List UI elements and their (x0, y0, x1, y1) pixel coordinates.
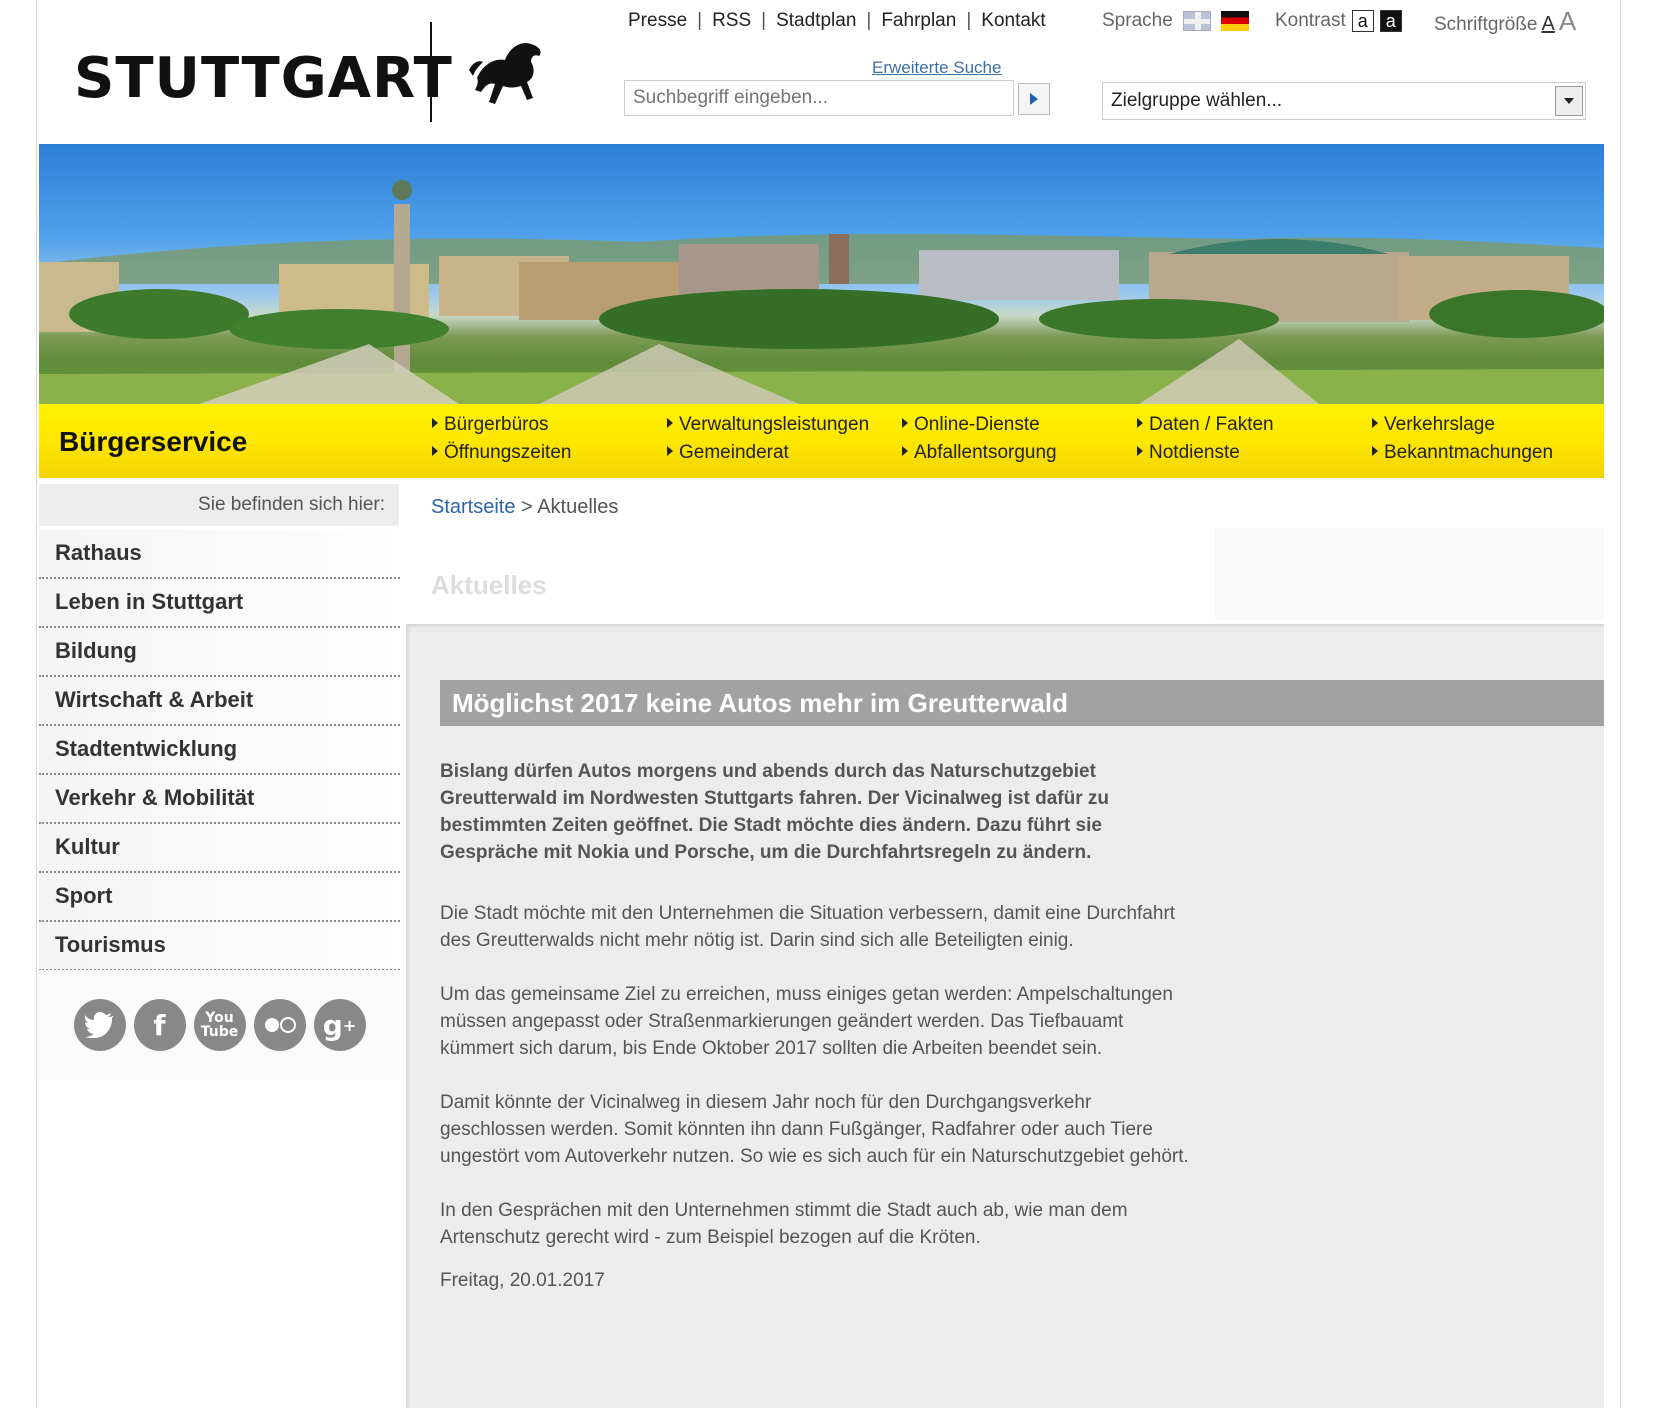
link-kontakt[interactable]: Kontakt (981, 10, 1045, 32)
buergerservice-title: Bürgerservice (59, 426, 248, 457)
fontsize-large-button[interactable]: A (1559, 6, 1576, 37)
fontsize-switcher: Schriftgröße A A (1434, 6, 1576, 37)
sidebar-nav: Rathaus Leben in Stuttgart Bildung Wirts… (39, 530, 400, 971)
article-body: Bislang dürfen Autos morgens und abends … (440, 758, 1200, 1292)
breadcrumb: Startseite > Aktuelles (431, 496, 618, 519)
location-label: Sie befinden sich hier: (39, 484, 399, 526)
contrast-light-button[interactable]: a (1351, 10, 1374, 32)
sidebar-item-bildung[interactable]: Bildung (39, 628, 400, 677)
youtube-icon[interactable]: You Tube (193, 999, 246, 1051)
heading-side-panel (1215, 528, 1604, 620)
service-link-online-dienste[interactable]: Online-Dienste (902, 414, 1040, 436)
language-switcher: Sprache (1102, 10, 1249, 32)
service-link-notdienste[interactable]: Notdienste (1137, 442, 1240, 464)
separator: | (761, 10, 767, 31)
panorama-illustration (39, 180, 1604, 404)
stuttgart-horse-icon (469, 42, 541, 104)
top-links: Presse | RSS | Stadtplan | Fahrplan | Kontak… (628, 10, 1046, 32)
googleplus-icon[interactable]: g + (313, 999, 366, 1051)
sidebar-item-stadtentwicklung[interactable]: Stadtentwicklung (39, 726, 400, 775)
article-date: Freitag, 20.01.2017 (440, 1270, 605, 1291)
breadcrumb-current: Aktuelles (537, 496, 619, 518)
search-input[interactable] (624, 80, 1014, 116)
arrow-right-icon (1030, 93, 1038, 105)
logo-divider (430, 22, 432, 122)
service-link-verwaltungsleistungen[interactable]: Verwaltungsleistungen (667, 414, 869, 436)
social-links: f You Tube g + (39, 970, 400, 1080)
service-link-gemeinderat[interactable]: Gemeinderat (667, 442, 789, 464)
article-paragraph: Um das gemeinsame Ziel zu erreichen, mus… (440, 984, 1173, 1059)
target-group-value: Zielgruppe wählen... (1111, 90, 1283, 111)
page-title: Aktuelles (431, 570, 547, 600)
breadcrumb-home-link[interactable]: Startseite (431, 496, 515, 518)
site-logo[interactable]: STUTTGART (74, 38, 453, 118)
article-container: Möglichst 2017 keine Autos mehr im Greut… (406, 624, 1604, 1408)
fontsize-label: Schriftgröße (1434, 14, 1538, 35)
article-title: Möglichst 2017 keine Autos mehr im Greut… (440, 680, 1604, 726)
article-paragraph: In den Gesprächen mit den Unternehmen st… (440, 1200, 1128, 1248)
separator: | (966, 10, 972, 31)
flag-uk-icon[interactable] (1182, 11, 1211, 31)
advanced-search-link[interactable]: Erweiterte Suche (872, 58, 1001, 78)
article-lead: Bislang dürfen Autos morgens und abends … (440, 761, 1109, 863)
facebook-icon[interactable]: f (133, 999, 186, 1051)
service-link-daten-fakten[interactable]: Daten / Fakten (1137, 414, 1274, 436)
service-link-verkehrslage[interactable]: Verkehrslage (1372, 414, 1495, 436)
sidebar-filler (39, 1080, 400, 1408)
service-link-abfallentsorgung[interactable]: Abfallentsorgung (902, 442, 1057, 464)
search-submit-button[interactable] (1018, 83, 1050, 115)
dropdown-arrow-icon[interactable] (1555, 86, 1583, 116)
sidebar-item-sport[interactable]: Sport (39, 873, 400, 922)
contrast-label: Kontrast (1275, 10, 1346, 31)
separator: | (866, 10, 872, 31)
panorama-banner (39, 144, 1604, 404)
language-label: Sprache (1102, 10, 1173, 31)
breadcrumb-separator: > (521, 496, 533, 518)
separator: | (697, 10, 703, 31)
target-group-select[interactable]: Zielgruppe wählen... (1102, 82, 1586, 120)
article-paragraph: Die Stadt möchte mit den Unternehmen die… (440, 903, 1176, 951)
contrast-switcher: Kontrast a a (1275, 10, 1402, 32)
link-fahrplan[interactable]: Fahrplan (881, 10, 956, 32)
sidebar-item-kultur[interactable]: Kultur (39, 824, 400, 873)
sidebar-item-tourismus[interactable]: Tourismus (39, 922, 400, 971)
service-link-bekanntmachungen[interactable]: Bekanntmachungen (1372, 442, 1553, 464)
link-stadtplan[interactable]: Stadtplan (776, 10, 856, 32)
link-rss[interactable]: RSS (712, 10, 751, 32)
contrast-dark-button[interactable]: a (1379, 10, 1402, 32)
flag-de-icon[interactable] (1220, 11, 1249, 31)
twitter-icon[interactable] (73, 999, 126, 1051)
sidebar-item-rathaus[interactable]: Rathaus (39, 530, 400, 579)
fontsize-small-button[interactable]: A (1541, 13, 1554, 36)
sidebar-item-verkehr-mobilitaet[interactable]: Verkehr & Mobilität (39, 775, 400, 824)
page-border-left (36, 0, 37, 1408)
flickr-icon[interactable] (253, 999, 306, 1051)
service-link-oeffnungszeiten[interactable]: Öffnungszeiten (432, 442, 571, 464)
article-paragraph: Damit könnte der Vicinalweg in diesem Ja… (440, 1092, 1189, 1167)
sidebar-item-leben-in-stuttgart[interactable]: Leben in Stuttgart (39, 579, 400, 628)
logo-text: STUTTGART (74, 45, 453, 111)
sidebar-item-wirtschaft-arbeit[interactable]: Wirtschaft & Arbeit (39, 677, 400, 726)
buergerservice-bar: Bürgerservice Bürgerbüros Öffnungszeiten… (39, 404, 1604, 478)
page-border-right (1620, 0, 1621, 1408)
link-presse[interactable]: Presse (628, 10, 687, 32)
service-link-buergerbueros[interactable]: Bürgerbüros (432, 414, 549, 436)
